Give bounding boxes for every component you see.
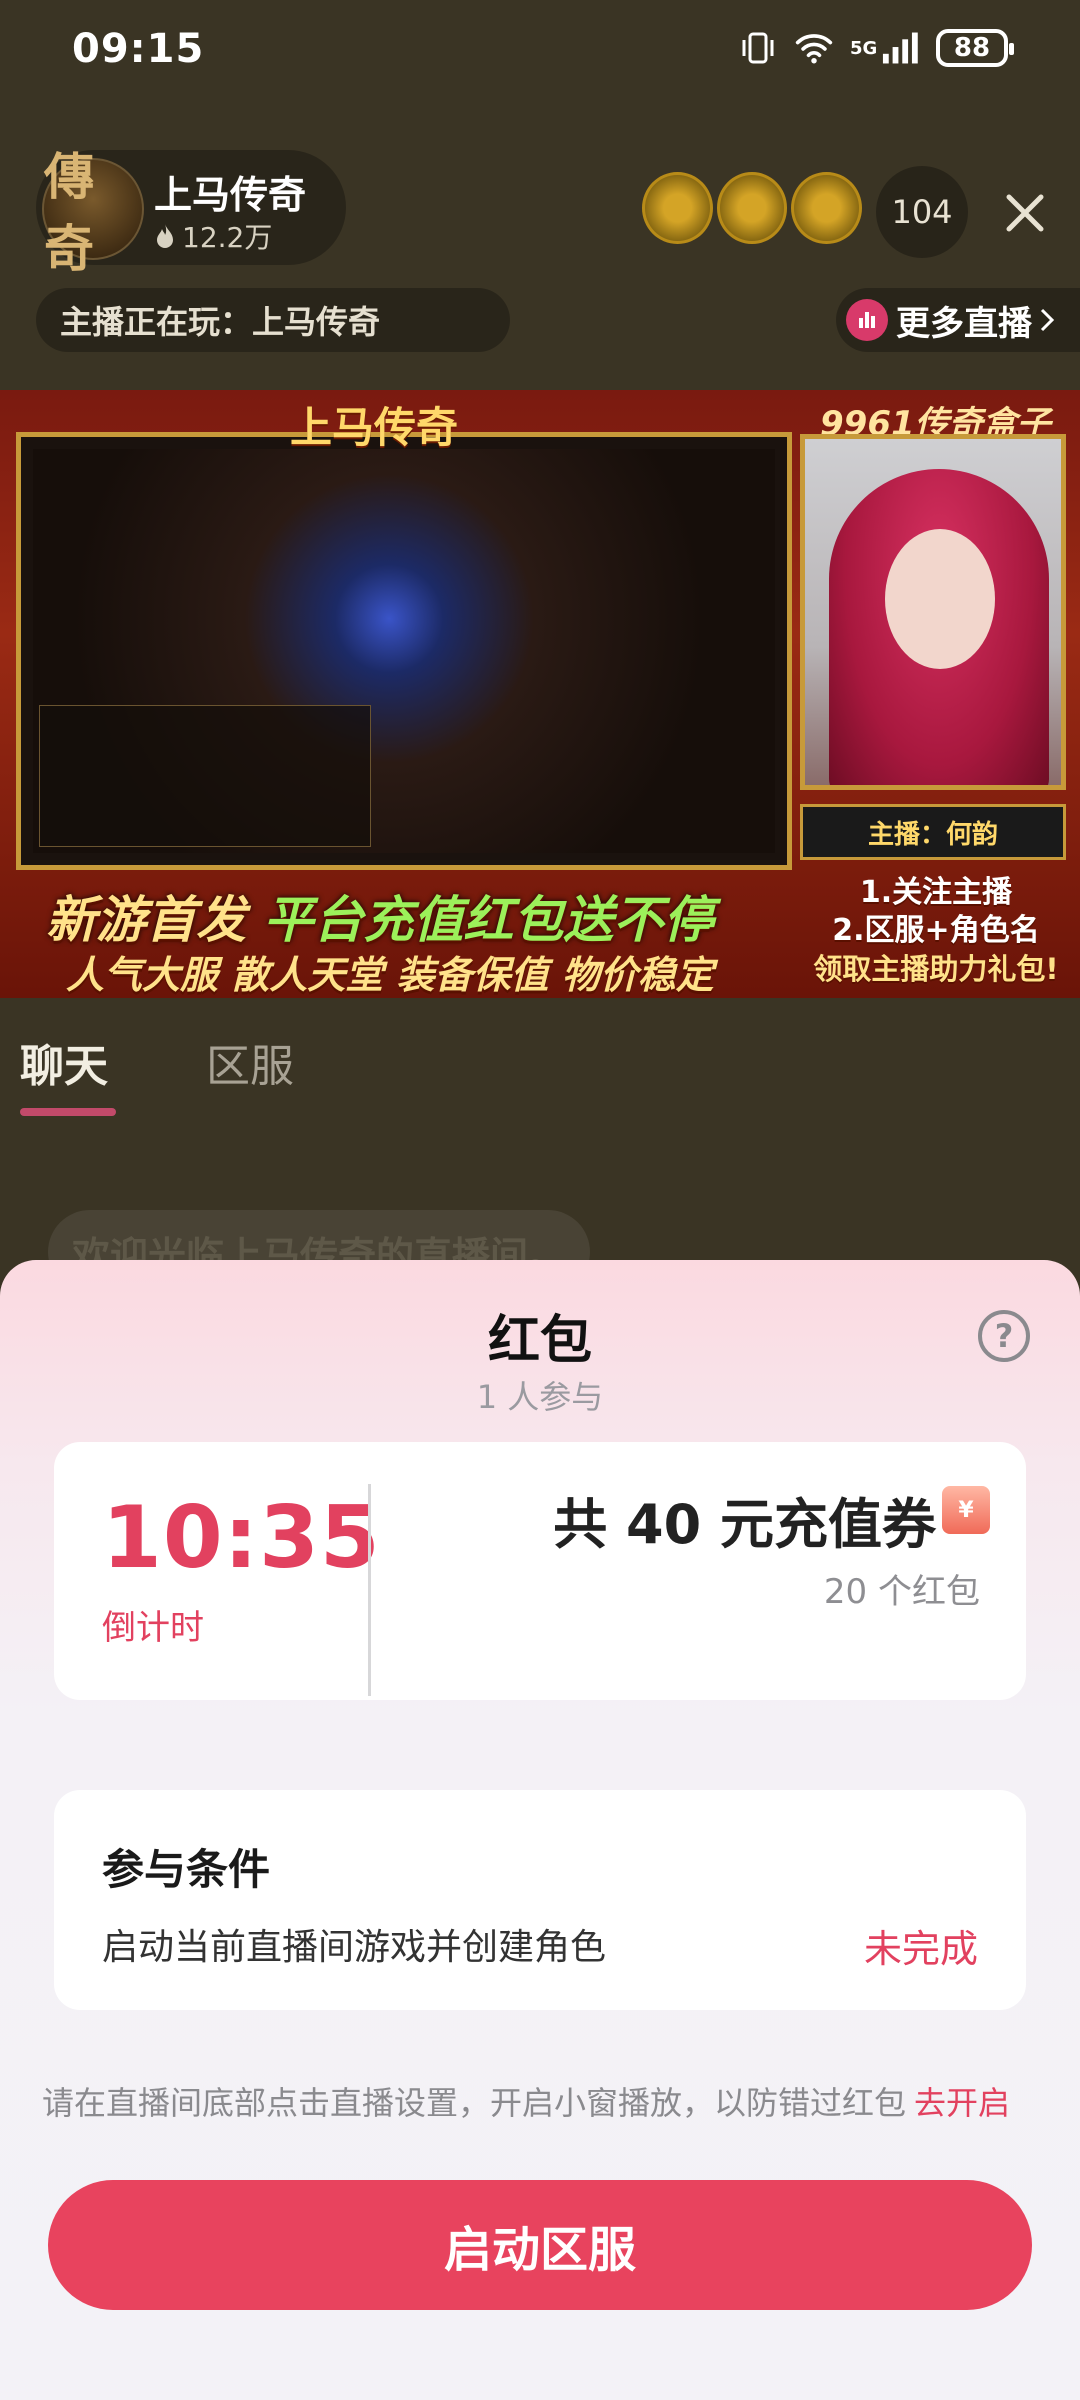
promo-steps: 1.关注主播 2.区服+角色名 领取主播助力礼包! [796,874,1076,988]
card-divider [368,1484,371,1696]
host-camera [800,434,1066,790]
live-header: 傳奇 上马传奇 12.2万 104 主播正在玩：上马传奇 更多直播 [0,147,1080,370]
sheet-title: 红包 [487,1311,592,1371]
condition-status: 未完成 [863,1927,978,1971]
top-fans[interactable] [642,162,863,254]
game-logo: 上马传奇 [290,403,459,452]
promo-step: 2.区服+角色名 [832,913,1040,948]
condition-description: 启动当前直播间游戏并创建角色 [102,1927,607,1968]
status-icons: 5G 88 [738,28,1014,68]
promo-step: 1.关注主播 [859,875,1013,910]
condition-card: 参与条件 启动当前直播间游戏并创建角色 未完成 [54,1790,1026,2010]
tab-servers[interactable]: 区服 [206,1030,294,1094]
more-live-label: 更多直播 [896,303,1032,344]
network-type: 5G [850,37,878,59]
room-tabs: 聊天 区服 [0,1010,1080,1120]
live-room-page: 09:15 5G 88 傳奇 上马传奇 12.2万 104 主播正在玩：上马传奇… [0,0,1080,2400]
flame-icon [157,224,173,248]
battery-icon: 88 [936,29,1014,67]
red-packet-sheet: 红包 1 人参与 ? 10:35 倒计时 共 40 元充值券 ¥ 20 个红包 … [0,1260,1080,2400]
now-playing[interactable]: 主播正在玩：上马传奇 [36,288,510,352]
launch-server-button[interactable]: 启动区服 [48,2180,1032,2310]
live-video[interactable]: 上马传奇 9961传奇盒子 主播：何韵 新游首发 平台充值红包送不停 人气大服 … [0,390,1080,998]
signal-icon: 5G [850,28,920,68]
battery-level: 88 [953,33,991,63]
tab-chat[interactable]: 聊天 [20,1030,108,1094]
enable-pip-link[interactable]: 去开启 [914,2084,1010,2122]
wifi-icon [794,28,834,68]
game-screen [16,432,792,870]
coupon-icon: ¥ [942,1486,990,1534]
promo-line-1: 新游首发 平台充值红包送不停 [46,880,713,952]
close-button[interactable] [990,178,1060,248]
promo-line-1-a: 新游首发 [46,891,246,949]
tab-underline [20,1108,116,1116]
vibrate-icon [738,28,778,68]
prize-card: 10:35 倒计时 共 40 元充值券 ¥ 20 个红包 [54,1442,1026,1700]
host-plate: 主播：何韵 [800,804,1066,860]
status-bar: 09:15 5G 88 [0,0,1080,100]
prize-title: 共 40 元充值券 [553,1493,936,1556]
host-heat: 12.2万 [154,216,272,256]
host-info[interactable]: 傳奇 上马传奇 12.2万 [36,147,346,278]
help-icon[interactable]: ? [978,1310,1030,1362]
fan-avatar[interactable] [716,172,788,244]
promo-step: 领取主播助力礼包! [813,952,1059,986]
pip-notice-text: 请在直播间底部点击直播设置，开启小窗播放，以防错过红包 [42,2084,907,2122]
host-camera-face [885,529,995,669]
status-time: 09:15 [72,26,205,72]
fan-avatar[interactable] [791,172,863,244]
host-name: 上马传奇 [154,173,307,217]
more-live-button[interactable]: 更多直播 [836,288,1080,352]
close-icon [1006,194,1044,232]
promo-line-1-b: 平台充值红包送不停 [263,891,714,949]
fan-avatar[interactable] [642,172,713,244]
host-avatar[interactable]: 傳奇 [42,147,144,278]
viewer-count[interactable]: 104 [876,166,968,258]
prize-count: 20 个红包 [823,1572,980,1612]
chevron-right-icon [1040,308,1055,332]
countdown-timer: 10:35 [102,1488,381,1588]
participants-count: 1 人参与 [476,1378,604,1416]
host-heat-value: 12.2万 [182,221,273,254]
countdown-label: 倒计时 [102,1608,204,1648]
promo-line-2: 人气大服 散人天堂 装备保值 物价稳定 [66,953,714,997]
live-bars-icon [846,299,888,341]
pip-notice: 请在直播间底部点击直播设置，开启小窗播放，以防错过红包 去开启 [42,2078,1042,2124]
condition-title: 参与条件 [102,1845,271,1894]
game-ui-panel [39,705,371,847]
